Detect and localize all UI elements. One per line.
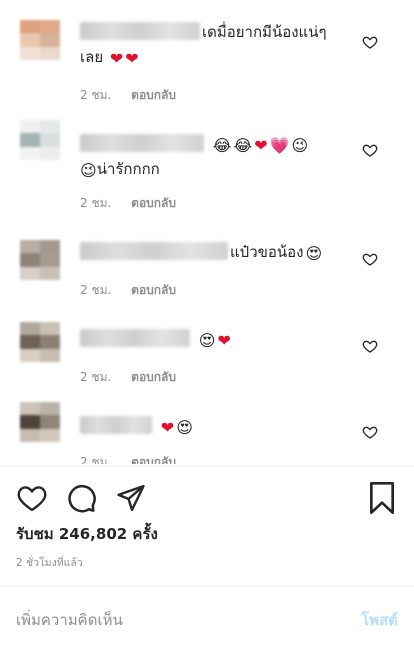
like-comment-button[interactable] [358,247,382,271]
reply-button[interactable]: ตอบกลับ [131,283,176,297]
comment-meta: 2 ชม. ตอบกลับ [80,454,192,464]
post-comment-button[interactable]: โพสต์ [361,609,398,631]
avatar[interactable] [20,20,60,60]
wink-emoji: 😉 [291,136,309,155]
username-redacted[interactable] [80,22,200,40]
username-redacted[interactable] [80,134,204,152]
save-button[interactable] [367,482,397,514]
avatar[interactable] [20,120,60,160]
avatar[interactable] [20,240,60,280]
red-heart-emoji: ❤ [217,331,231,350]
like-comment-button[interactable] [358,420,382,444]
username-redacted[interactable] [80,416,152,434]
bookmark-icon [370,482,394,514]
heart-outline-icon [362,340,378,353]
reply-button[interactable]: ตอบกลับ [131,88,176,102]
like-comment-button[interactable] [358,138,382,162]
heart-icon [17,486,47,512]
comment-time: 2 ชม. [80,455,112,464]
comment-meta: 2 ชม. ตอบกลับ [80,369,192,385]
comment-time: 2 ชม. [80,196,112,210]
avatar[interactable] [20,322,60,362]
reply-button[interactable]: ตอบกลับ [131,370,176,384]
comment-body-cont: เลย [80,48,104,66]
like-comment-button[interactable] [358,30,382,54]
post-actions-bar [0,482,414,514]
comment-meta: 2 ชม. ตอบกลับ [80,195,192,211]
comment-meta: 2 ชม. ตอบกลับ [80,87,192,103]
paper-plane-icon [117,484,145,512]
joy-emoji: 😂 [233,136,253,155]
heart-eyes-emoji: 😍 [198,331,216,350]
comment-time: 2 ชม. [80,88,112,102]
heart-outline-icon [362,144,378,157]
red-heart-emoji: ❤ [125,49,139,68]
heart-eyes-emoji: 😍 [305,244,323,263]
username-redacted[interactable] [80,329,190,347]
red-heart-emoji: ❤ [254,136,268,155]
comment-text: แป๋วขอน้อง 😍 [80,240,362,265]
comment-body: แป๋วขอน้อง [230,243,304,261]
comment-text: 😂 😂 ❤ 💗 😉 😉น่ารักกกก [80,132,362,182]
comment-text: ❤ 😍 [80,414,362,439]
comment-time: 2 ชม. [80,370,112,384]
heart-outline-icon [362,426,378,439]
comment-text: 😍 ❤ [80,327,362,352]
red-heart-emoji: ❤ [160,418,175,437]
comments-list: เดมื่อยากมีน้องแน่ๆ เลย ❤ ❤ 2 ชม. ตอบกลับ… [0,0,414,464]
reply-button[interactable]: ตอบกลับ [131,196,176,210]
comment-body: น่ารักกกก [96,160,160,178]
username-redacted[interactable] [80,242,228,260]
post-timestamp: 2 ชั่วโมงที่แล้ว [16,557,83,569]
view-count[interactable]: รับชม 246,802 ครั้ง [16,524,158,544]
divider [0,466,414,467]
heart-outline-icon [362,253,378,266]
comment-button[interactable] [67,483,97,513]
comment-time: 2 ชม. [80,283,112,297]
comment-body: เดมื่อยากมีน้องแน่ๆ [202,23,327,41]
like-post-button[interactable] [17,483,47,513]
comment-text: เดมื่อยากมีน้องแน่ๆ เลย ❤ ❤ [80,20,362,70]
comment-meta: 2 ชม. ตอบกลับ [80,282,192,298]
comment-input[interactable] [16,607,326,633]
comment-icon [68,484,96,513]
red-heart-emoji: ❤ [109,49,124,68]
joy-emoji: 😂 [212,136,232,155]
avatar[interactable] [20,402,60,442]
wink-emoji: 😉 [80,161,97,180]
heart-eyes-emoji: 😍 [176,418,193,437]
pink-heart-emoji: 💗 [269,136,290,155]
reply-button[interactable]: ตอบกลับ [131,455,176,464]
like-comment-button[interactable] [358,334,382,358]
heart-outline-icon [362,36,378,49]
add-comment-bar: โพสต์ [0,587,414,654]
share-button[interactable] [116,483,146,513]
